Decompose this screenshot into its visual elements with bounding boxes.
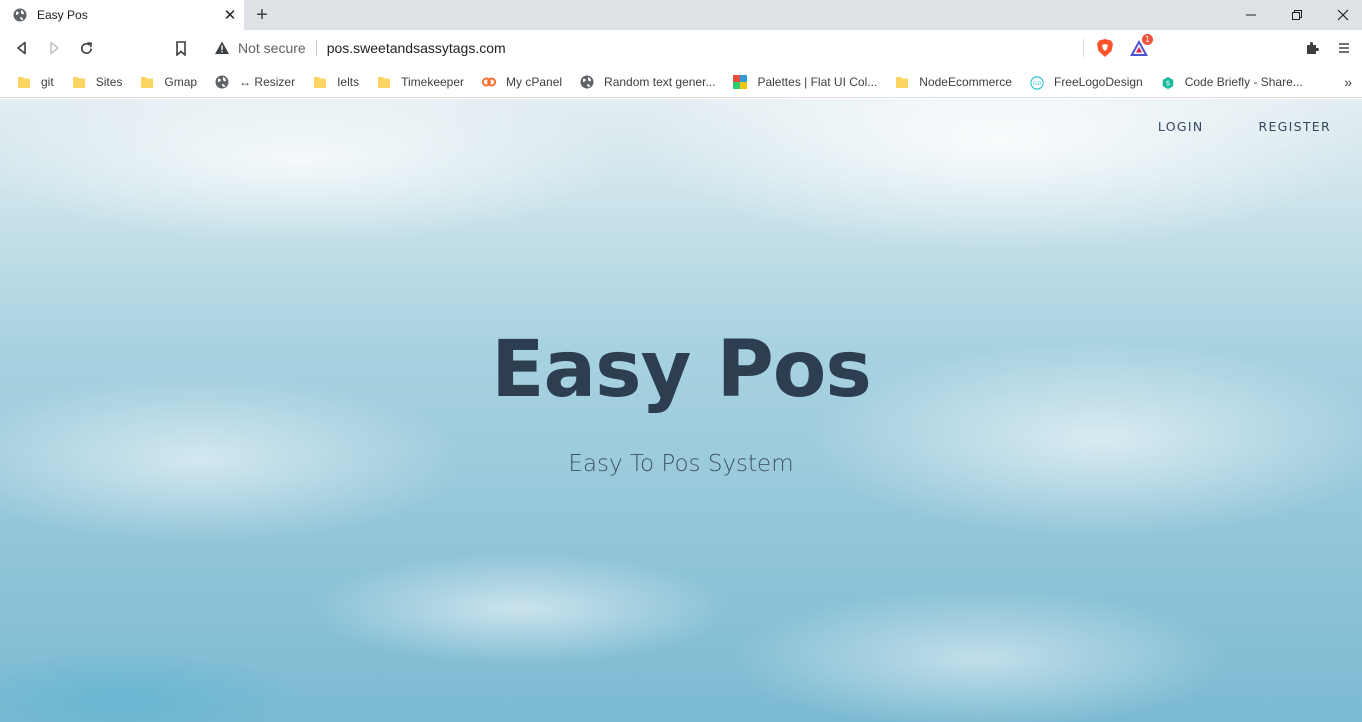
cpanel-icon	[482, 75, 497, 89]
security-status[interactable]: Not secure	[238, 40, 306, 56]
notification-badge: 1	[1142, 34, 1153, 45]
bookmark-timekeeper[interactable]: Timekeeper	[369, 68, 470, 96]
globe-icon	[13, 8, 27, 22]
new-tab-button[interactable]: +	[250, 3, 274, 27]
bookmark-gmap[interactable]: Gmap	[132, 68, 203, 96]
bookmarks-overflow-button[interactable]: »	[1344, 74, 1352, 90]
tab-strip: Easy Pos ✕ +	[0, 0, 1362, 30]
folder-icon	[140, 75, 154, 89]
bookmark-label: My cPanel	[506, 74, 563, 89]
globe-icon	[580, 75, 594, 89]
bookmark-cpanel[interactable]: My cPanel	[474, 68, 568, 96]
tab-easy-pos[interactable]: Easy Pos ✕	[0, 0, 244, 30]
bookmark-nodeecommerce[interactable]: NodeEcommerce	[887, 68, 1018, 96]
bookmark-label: git	[41, 74, 54, 89]
flo-icon: FLO	[1030, 75, 1044, 90]
reload-icon[interactable]	[73, 35, 99, 61]
bookmark-icon[interactable]	[168, 35, 194, 61]
folder-icon	[72, 75, 86, 89]
bookmark-freelogodesign[interactable]: FLO FreeLogoDesign	[1022, 68, 1149, 96]
bookmark-label: Gmap	[164, 74, 198, 89]
bookmark-palettes[interactable]: Palettes | Flat UI Col...	[725, 68, 883, 96]
bookmark-label: FreeLogoDesign	[1053, 74, 1143, 89]
bookmark-resizer[interactable]: ↔ Resizer	[207, 68, 301, 96]
brave-shield-icon[interactable]	[1094, 37, 1116, 59]
hero-section: LOGIN REGISTER Easy Pos Easy To Pos Syst…	[0, 99, 1362, 722]
globe-icon	[215, 75, 229, 89]
address-bar[interactable]: Not secure pos.sweetandsassytags.com 1	[204, 33, 1162, 63]
bookmark-git[interactable]: git	[9, 68, 60, 96]
restore-icon[interactable]	[1274, 0, 1320, 30]
close-window-icon[interactable]	[1320, 0, 1362, 30]
bookmark-label: Sites	[95, 74, 123, 89]
bookmark-label: Ielts	[337, 74, 360, 89]
warning-icon[interactable]	[214, 40, 230, 56]
bookmark-random-text[interactable]: Random text gener...	[572, 68, 721, 96]
bookmark-code-briefly[interactable]: $ Code Briefly - Share...	[1153, 68, 1309, 96]
folder-icon	[17, 75, 31, 89]
bookmark-ielts[interactable]: Ielts	[305, 68, 365, 96]
minimize-icon[interactable]	[1228, 0, 1274, 30]
login-link[interactable]: LOGIN	[1158, 119, 1204, 134]
bookmark-sites[interactable]: Sites	[64, 68, 129, 96]
svg-text:FLO: FLO	[1033, 80, 1042, 86]
extensions-icon[interactable]	[1299, 35, 1325, 61]
url-text[interactable]: pos.sweetandsassytags.com	[327, 40, 1083, 56]
extensions-divider	[1083, 39, 1084, 57]
page-title: Easy Pos	[491, 325, 872, 415]
folder-icon	[377, 75, 391, 89]
top-nav: LOGIN REGISTER	[1158, 119, 1362, 134]
register-link[interactable]: REGISTER	[1258, 119, 1331, 134]
bookmark-label: Timekeeper	[401, 74, 465, 89]
bookmark-label: Code Briefly - Share...	[1184, 74, 1303, 89]
menu-icon[interactable]	[1331, 35, 1357, 61]
bookmarks-bar: git Sites Gmap ↔ Resizer Ielts Timekeepe…	[0, 66, 1362, 98]
bookmark-label: Random text gener...	[604, 74, 716, 89]
back-icon[interactable]	[9, 35, 35, 61]
omnibox-divider	[315, 40, 317, 56]
bookmark-label: Palettes | Flat UI Col...	[757, 74, 878, 89]
page-subtitle: Easy To Pos System	[568, 451, 794, 477]
tab-title: Easy Pos	[37, 8, 88, 22]
bookmark-label: NodeEcommerce	[919, 74, 1012, 89]
folder-icon	[313, 75, 327, 89]
folder-icon	[895, 75, 909, 89]
close-tab-icon[interactable]: ✕	[218, 3, 242, 27]
palette-icon	[733, 74, 748, 89]
dollar-icon: $	[1161, 75, 1175, 89]
bookmark-label: ↔ Resizer	[239, 74, 296, 89]
forward-icon[interactable]	[41, 35, 67, 61]
brave-rewards-icon[interactable]: 1	[1128, 34, 1153, 59]
browser-toolbar: Not secure pos.sweetandsassytags.com 1	[0, 30, 1362, 66]
svg-text:$: $	[1165, 79, 1169, 87]
